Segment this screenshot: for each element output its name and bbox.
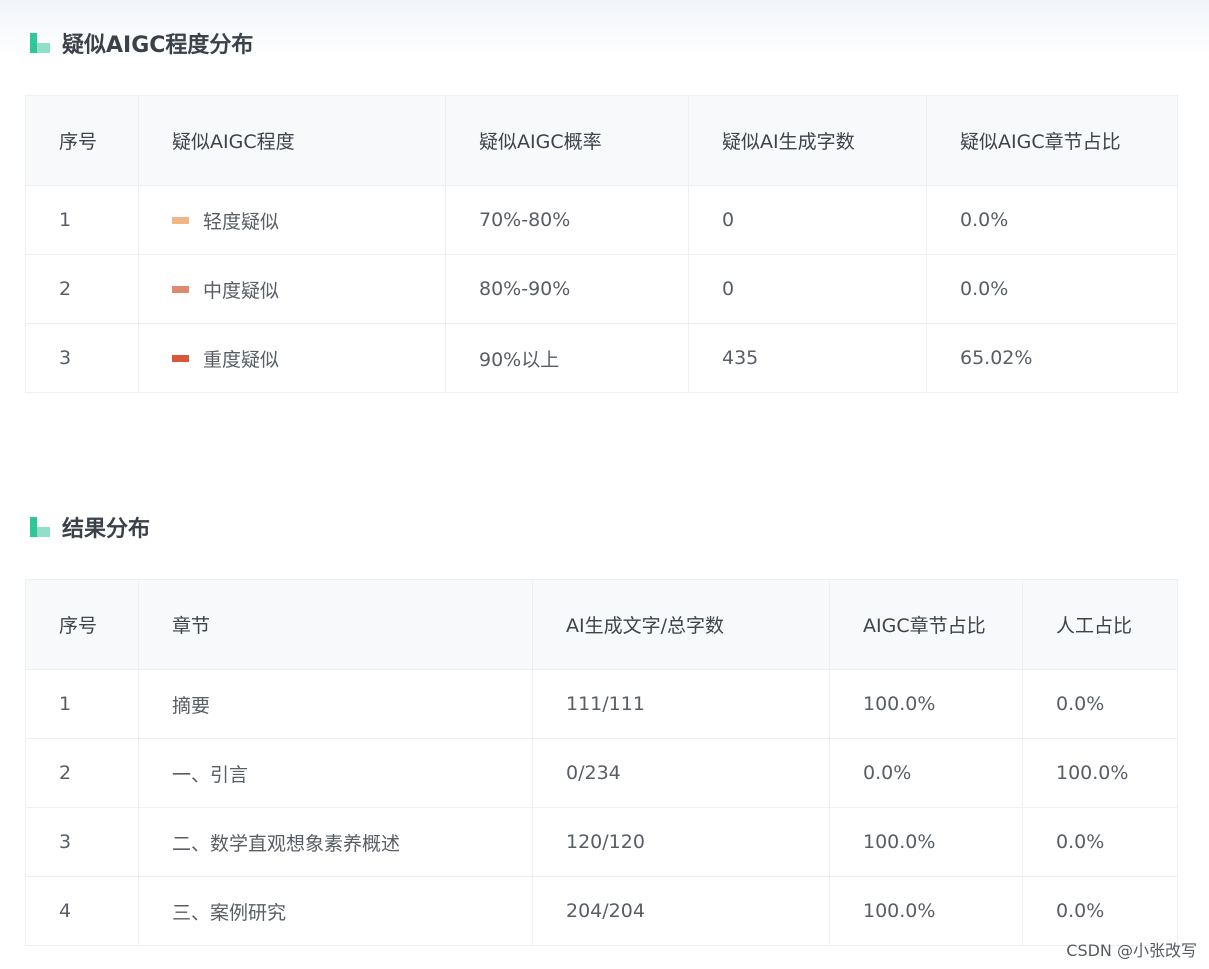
cell-index: 1	[25, 669, 139, 739]
level-label: 中度疑似	[203, 279, 280, 302]
result-distribution-table: 序号 章节 AI生成文字/总字数 AIGC章节占比 人工占比 1 摘要 111/…	[25, 579, 1178, 946]
cell-index: 2	[25, 738, 139, 808]
chart-bar-icon	[30, 517, 50, 537]
column-header-chapter: 章节	[138, 579, 533, 670]
cell-ratio: 65.02%	[926, 323, 1178, 393]
cell-aigc-ratio: 100.0%	[829, 876, 1023, 946]
cell-level: 中度疑似	[138, 254, 446, 324]
aigc-level-table: 序号 疑似AIGC程度 疑似AIGC概率 疑似AI生成字数 疑似AIGC章节占比…	[25, 95, 1178, 393]
cell-index: 3	[25, 807, 139, 877]
table-row: 4 三、案例研究 204/204 100.0% 0.0%	[25, 876, 1178, 946]
cell-probability: 70%-80%	[445, 185, 689, 255]
cell-index: 2	[25, 254, 139, 324]
table-header-row: 序号 疑似AIGC程度 疑似AIGC概率 疑似AI生成字数 疑似AIGC章节占比	[25, 95, 1178, 186]
chart-bar-icon	[30, 33, 50, 53]
column-header-probability: 疑似AIGC概率	[445, 95, 689, 186]
level-color-swatch	[172, 216, 189, 224]
cell-chapter: 二、数学直观想象素养概述	[138, 807, 533, 877]
cell-ratio: 0.0%	[926, 254, 1178, 324]
cell-human-ratio: 100.0%	[1022, 738, 1178, 808]
column-header-level: 疑似AIGC程度	[138, 95, 446, 186]
cell-human-ratio: 0.0%	[1022, 669, 1178, 739]
cell-chapter: 一、引言	[138, 738, 533, 808]
cell-aigc-ratio: 100.0%	[829, 807, 1023, 877]
level-color-swatch	[172, 354, 189, 362]
column-header-index: 序号	[25, 579, 139, 670]
cell-chars: 0	[688, 254, 927, 324]
cell-chapter: 三、案例研究	[138, 876, 533, 946]
cell-ai-total: 0/234	[532, 738, 830, 808]
table-row: 2 中度疑似 80%-90% 0 0.0%	[25, 254, 1178, 324]
cell-index: 1	[25, 185, 139, 255]
table-row: 2 一、引言 0/234 0.0% 100.0%	[25, 738, 1178, 808]
cell-index: 3	[25, 323, 139, 393]
cell-probability: 90%以上	[445, 323, 689, 393]
cell-aigc-ratio: 100.0%	[829, 669, 1023, 739]
cell-aigc-ratio: 0.0%	[829, 738, 1023, 808]
table-row: 1 轻度疑似 70%-80% 0 0.0%	[25, 185, 1178, 255]
cell-probability: 80%-90%	[445, 254, 689, 324]
cell-ai-total: 111/111	[532, 669, 830, 739]
column-header-aigc-ratio: AIGC章节占比	[829, 579, 1023, 670]
cell-human-ratio: 0.0%	[1022, 876, 1178, 946]
cell-ai-total: 204/204	[532, 876, 830, 946]
cell-level: 轻度疑似	[138, 185, 446, 255]
cell-index: 4	[25, 876, 139, 946]
cell-ai-total: 120/120	[532, 807, 830, 877]
level-label: 轻度疑似	[203, 210, 280, 233]
section-title: 结果分布	[62, 517, 151, 542]
cell-level: 重度疑似	[138, 323, 446, 393]
cell-ratio: 0.0%	[926, 185, 1178, 255]
cell-chars: 435	[688, 323, 927, 393]
section-header-result-distribution: 结果分布	[30, 511, 150, 543]
column-header-index: 序号	[25, 95, 139, 186]
column-header-chars: 疑似AI生成字数	[688, 95, 927, 186]
cell-chapter: 摘要	[138, 669, 533, 739]
section-header-aigc-distribution: 疑似AIGC程度分布	[30, 27, 253, 59]
report-page: 疑似AIGC程度分布 序号 疑似AIGC程度 疑似AIGC概率 疑似AI生成字数…	[0, 0, 1209, 969]
level-color-swatch	[172, 285, 189, 293]
table-header-row: 序号 章节 AI生成文字/总字数 AIGC章节占比 人工占比	[25, 579, 1178, 670]
table-row: 3 二、数学直观想象素养概述 120/120 100.0% 0.0%	[25, 807, 1178, 877]
table-row: 3 重度疑似 90%以上 435 65.02%	[25, 323, 1178, 393]
table-row: 1 摘要 111/111 100.0% 0.0%	[25, 669, 1178, 739]
level-label: 重度疑似	[203, 348, 280, 371]
column-header-ai-total: AI生成文字/总字数	[532, 579, 830, 670]
column-header-human-ratio: 人工占比	[1022, 579, 1178, 670]
watermark: CSDN @小张改写	[1066, 941, 1197, 960]
section-title: 疑似AIGC程度分布	[62, 33, 254, 58]
cell-chars: 0	[688, 185, 927, 255]
cell-human-ratio: 0.0%	[1022, 807, 1178, 877]
column-header-ratio: 疑似AIGC章节占比	[926, 95, 1178, 186]
